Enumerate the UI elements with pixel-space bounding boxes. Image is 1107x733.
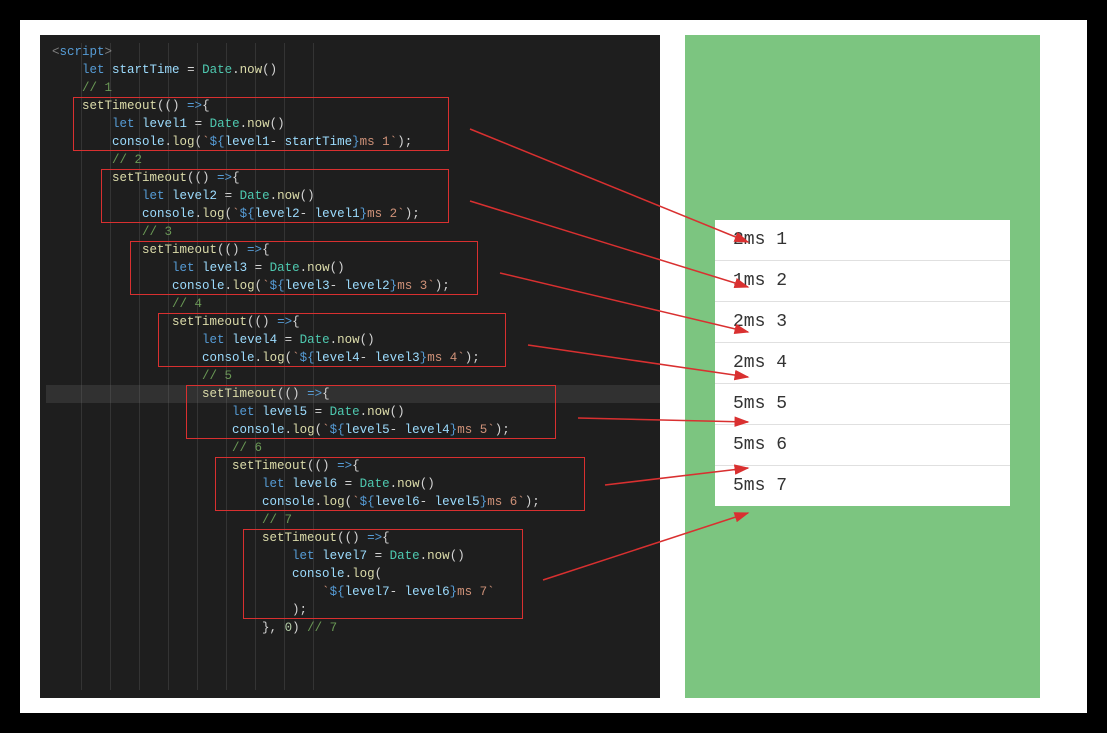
output-panel: 2ms 11ms 22ms 32ms 45ms 55ms 65ms 7 bbox=[685, 35, 1040, 698]
console-line: 1ms 2 bbox=[715, 261, 1010, 302]
code-line: setTimeout(() =>{ bbox=[46, 169, 660, 187]
code-line: setTimeout(() =>{ bbox=[46, 97, 660, 115]
code-line: // 7 bbox=[46, 511, 660, 529]
diagram-container: <script> let startTime = Date.now() // 1… bbox=[20, 20, 1087, 713]
console-line: 5ms 7 bbox=[715, 466, 1010, 506]
code-line: let startTime = Date.now() bbox=[46, 61, 660, 79]
console-line: 2ms 4 bbox=[715, 343, 1010, 384]
code-line: let level5 = Date.now() bbox=[46, 403, 660, 421]
code-line: `${level7- level6}ms 7` bbox=[46, 583, 660, 601]
code-line: console.log( bbox=[46, 565, 660, 583]
code-line: let level4 = Date.now() bbox=[46, 331, 660, 349]
code-line: console.log(`${level6- level5}ms 6`); bbox=[46, 493, 660, 511]
code-line: let level3 = Date.now() bbox=[46, 259, 660, 277]
code-line: let level1 = Date.now() bbox=[46, 115, 660, 133]
code-line: console.log(`${level1- startTime}ms 1`); bbox=[46, 133, 660, 151]
code-line: // 6 bbox=[46, 439, 660, 457]
code-line: console.log(`${level2- level1}ms 2`); bbox=[46, 205, 660, 223]
console-line: 5ms 6 bbox=[715, 425, 1010, 466]
code-line: setTimeout(() =>{ bbox=[46, 385, 660, 403]
code-line: console.log(`${level5- level4}ms 5`); bbox=[46, 421, 660, 439]
code-line: ); bbox=[46, 601, 660, 619]
code-line: console.log(`${level4- level3}ms 4`); bbox=[46, 349, 660, 367]
code-line: let level2 = Date.now() bbox=[46, 187, 660, 205]
code-line: // 2 bbox=[46, 151, 660, 169]
code-line: console.log(`${level3- level2}ms 3`); bbox=[46, 277, 660, 295]
code-line: // 5 bbox=[46, 367, 660, 385]
code-line: // 3 bbox=[46, 223, 660, 241]
code-line: setTimeout(() =>{ bbox=[46, 241, 660, 259]
console-output: 2ms 11ms 22ms 32ms 45ms 55ms 65ms 7 bbox=[715, 220, 1010, 506]
code-line: let level6 = Date.now() bbox=[46, 475, 660, 493]
code-line: setTimeout(() =>{ bbox=[46, 457, 660, 475]
code-line: setTimeout(() =>{ bbox=[46, 313, 660, 331]
code-line: <script> bbox=[46, 43, 660, 61]
code-line: let level7 = Date.now() bbox=[46, 547, 660, 565]
console-line: 2ms 1 bbox=[715, 220, 1010, 261]
code-line: }, 0) // 7 bbox=[46, 619, 660, 637]
console-line: 5ms 5 bbox=[715, 384, 1010, 425]
code-line: // 4 bbox=[46, 295, 660, 313]
code-line: setTimeout(() =>{ bbox=[46, 529, 660, 547]
console-line: 2ms 3 bbox=[715, 302, 1010, 343]
code-editor-panel: <script> let startTime = Date.now() // 1… bbox=[40, 35, 660, 698]
code-line: // 1 bbox=[46, 79, 660, 97]
